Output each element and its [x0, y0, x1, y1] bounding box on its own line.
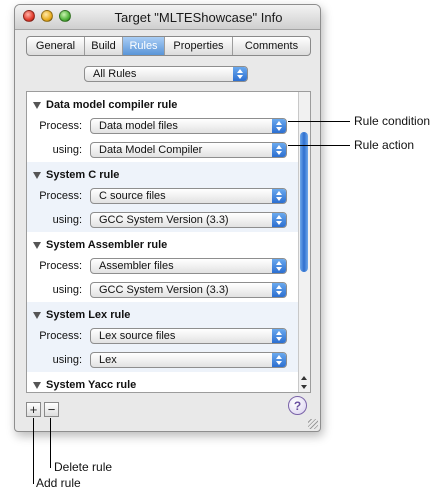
- rule-title: Data model compiler rule: [46, 99, 178, 111]
- title-bar[interactable]: Target "MLTEShowcase" Info: [15, 5, 320, 30]
- zoom-button-icon[interactable]: [59, 10, 71, 22]
- using-value: Lex: [99, 354, 117, 366]
- close-button-icon[interactable]: [23, 10, 35, 22]
- minimize-button-icon[interactable]: [41, 10, 53, 22]
- process-popup[interactable]: C source files: [90, 188, 287, 204]
- using-label: using:: [52, 144, 82, 156]
- process-value: Data model files: [99, 120, 178, 132]
- add-rule-leader: [33, 418, 34, 484]
- scroll-down-arrow-icon[interactable]: [301, 385, 307, 389]
- popup-arrows-icon: [272, 283, 286, 297]
- window-title: Target "MLTEShowcase" Info: [114, 10, 283, 25]
- vertical-scrollbar[interactable]: [298, 92, 310, 392]
- rule-action-callout: Rule action: [354, 138, 415, 152]
- add-rule-button[interactable]: +: [26, 402, 41, 417]
- tab-general[interactable]: General: [27, 37, 85, 55]
- using-popup[interactable]: GCC System Version (3.3): [90, 212, 287, 228]
- rule-item: System C rule Process: C source files us…: [27, 162, 299, 232]
- rule-filter-value: All Rules: [93, 68, 137, 80]
- process-label: Process:: [39, 330, 82, 342]
- disclosure-triangle-icon[interactable]: [33, 241, 41, 249]
- process-value: Lex source files: [99, 330, 176, 342]
- delete-rule-leader: [50, 418, 51, 468]
- process-value: C source files: [99, 190, 166, 202]
- popup-arrows-icon: [272, 329, 286, 343]
- rule-filter-popup[interactable]: All Rules: [84, 66, 248, 82]
- disclosure-triangle-icon[interactable]: [33, 381, 41, 389]
- resize-grip-icon[interactable]: [308, 419, 318, 429]
- rule-condition-leader: [288, 121, 350, 122]
- rule-title: System Assembler rule: [46, 239, 168, 251]
- tab-bar: General Build Rules Properties Comments: [26, 36, 311, 56]
- delete-rule-button[interactable]: −: [44, 402, 59, 417]
- rule-header[interactable]: System Assembler rule: [33, 237, 167, 253]
- popup-arrows-icon: [233, 67, 247, 81]
- using-value: GCC System Version (3.3): [99, 214, 229, 226]
- popup-arrows-icon: [272, 189, 286, 203]
- rule-item: System Yacc rule: [27, 372, 299, 392]
- rule-header[interactable]: System Yacc rule: [33, 377, 137, 392]
- target-info-window: Target "MLTEShowcase" Info General Build…: [14, 4, 321, 432]
- using-popup[interactable]: GCC System Version (3.3): [90, 282, 287, 298]
- rule-title: System C rule: [46, 169, 120, 181]
- popup-arrows-icon: [272, 213, 286, 227]
- rule-title: System Yacc rule: [46, 379, 137, 391]
- popup-arrows-icon: [272, 143, 286, 157]
- disclosure-triangle-icon[interactable]: [33, 171, 41, 179]
- scrollbar-thumb[interactable]: [300, 132, 308, 272]
- popup-arrows-icon: [272, 259, 286, 273]
- process-popup[interactable]: Assembler files: [90, 258, 287, 274]
- process-popup[interactable]: Data model files: [90, 118, 287, 134]
- process-label: Process:: [39, 120, 82, 132]
- tab-comments[interactable]: Comments: [233, 37, 310, 55]
- using-label: using:: [52, 284, 82, 296]
- using-value: GCC System Version (3.3): [99, 284, 229, 296]
- rule-action-leader: [288, 145, 350, 146]
- delete-rule-callout: Delete rule: [54, 460, 113, 474]
- using-value: Data Model Compiler: [99, 144, 203, 156]
- rule-header[interactable]: System C rule: [33, 167, 119, 183]
- rule-item: System Assembler rule Process: Assembler…: [27, 232, 299, 302]
- popup-arrows-icon: [272, 119, 286, 133]
- rule-header[interactable]: Data model compiler rule: [33, 97, 177, 113]
- rule-title: System Lex rule: [46, 309, 131, 321]
- tab-build[interactable]: Build: [85, 37, 123, 55]
- rule-header[interactable]: System Lex rule: [33, 307, 130, 323]
- disclosure-triangle-icon[interactable]: [33, 311, 41, 319]
- process-label: Process:: [39, 190, 82, 202]
- using-label: using:: [52, 214, 82, 226]
- rule-item: Data model compiler rule Process: Data m…: [27, 92, 299, 162]
- rules-list[interactable]: Data model compiler rule Process: Data m…: [26, 91, 311, 393]
- process-popup[interactable]: Lex source files: [90, 328, 287, 344]
- process-value: Assembler files: [99, 260, 174, 272]
- using-label: using:: [52, 354, 82, 366]
- popup-arrows-icon: [272, 353, 286, 367]
- add-rule-callout: Add rule: [36, 476, 81, 490]
- disclosure-triangle-icon[interactable]: [33, 101, 41, 109]
- rule-condition-callout: Rule condition: [354, 114, 431, 128]
- using-popup[interactable]: Data Model Compiler: [90, 142, 287, 158]
- help-icon[interactable]: ?: [288, 396, 307, 415]
- scroll-up-arrow-icon[interactable]: [301, 376, 307, 380]
- tab-properties[interactable]: Properties: [165, 37, 233, 55]
- process-label: Process:: [39, 260, 82, 272]
- rule-item: System Lex rule Process: Lex source file…: [27, 302, 299, 372]
- tab-rules[interactable]: Rules: [123, 37, 165, 55]
- using-popup[interactable]: Lex: [90, 352, 287, 368]
